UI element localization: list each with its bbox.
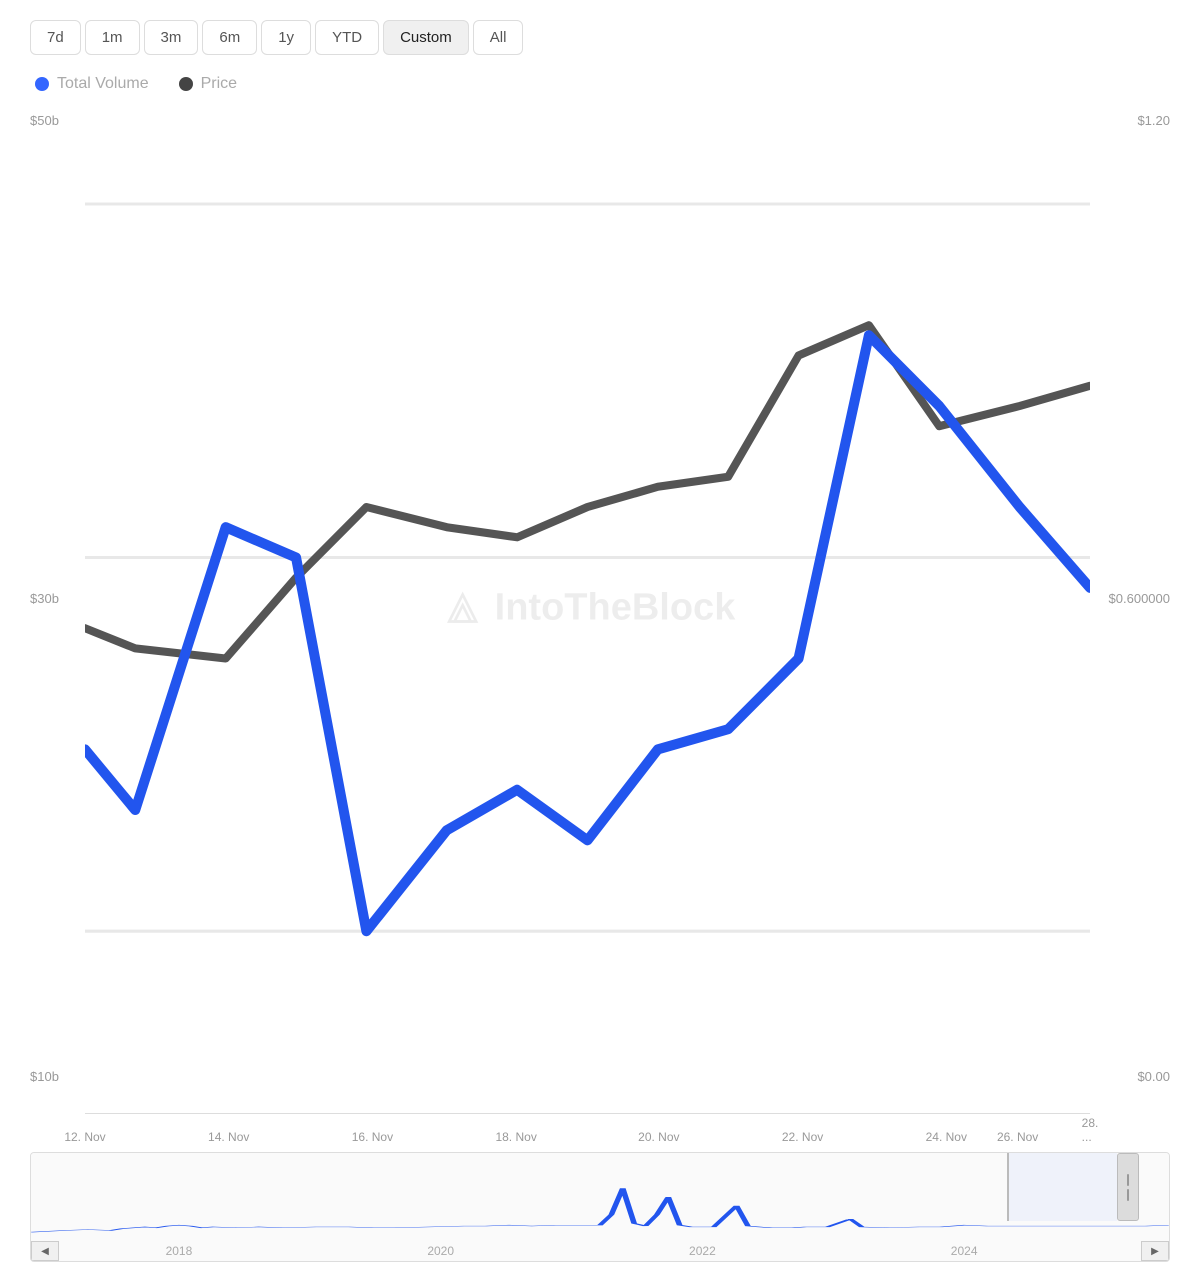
y-axis-right-label: $0.00 <box>1090 1069 1170 1084</box>
mini-chart-svg <box>31 1153 1169 1241</box>
time-btn-7d[interactable]: 7d <box>30 20 81 55</box>
mini-chart-inner <box>31 1153 1169 1241</box>
time-btn-all[interactable]: All <box>473 20 524 55</box>
navigator-handle[interactable] <box>1117 1153 1139 1221</box>
main-chart-area: IntoTheBlock <box>85 103 1090 1114</box>
handle-line-1 <box>1127 1174 1129 1186</box>
x-axis-label: 12. Nov <box>64 1130 105 1144</box>
chart-svg <box>85 103 1090 1113</box>
mini-x-label: 2022 <box>689 1244 716 1258</box>
x-axis-label: 20. Nov <box>638 1130 679 1144</box>
chart-section: $50b $30b $10b IntoTheBlock $1.20 $0.600000… <box>30 103 1170 1262</box>
mini-chart[interactable]: ◀ ▶ 2018 2020 2022 2024 <box>30 1152 1170 1262</box>
mini-x-label: 2018 <box>166 1244 193 1258</box>
chart-legend: Total Volume Price <box>30 75 1170 93</box>
navigator-selected-region <box>1007 1153 1117 1221</box>
y-axis-left: $50b $30b $10b <box>30 103 85 1114</box>
mini-x-label: 2020 <box>427 1244 454 1258</box>
navigator-left-button[interactable]: ◀ <box>31 1241 59 1261</box>
navigator-right-button[interactable]: ▶ <box>1141 1241 1169 1261</box>
legend-total-volume: Total Volume <box>35 75 149 93</box>
y-axis-right: $1.20 $0.600000 $0.00 <box>1090 103 1170 1114</box>
x-axis-label: 16. Nov <box>352 1130 393 1144</box>
x-axis-label: 28. ... <box>1082 1116 1099 1144</box>
x-axis-label: 24. Nov <box>926 1130 967 1144</box>
time-range-bar: 7d1m3m6m1yYTDCustomAll <box>30 20 1170 55</box>
mini-x-label: 2024 <box>951 1244 978 1258</box>
y-axis-left-label: $10b <box>30 1069 85 1084</box>
price-label: Price <box>201 75 237 93</box>
mini-x-axis: ◀ ▶ 2018 2020 2022 2024 <box>31 1241 1169 1261</box>
x-axis: 12. Nov14. Nov16. Nov18. Nov20. Nov22. N… <box>85 1114 1090 1144</box>
y-axis-left-label: $30b <box>30 591 85 606</box>
time-btn-6m[interactable]: 6m <box>202 20 257 55</box>
x-axis-label: 22. Nov <box>782 1130 823 1144</box>
time-btn-custom[interactable]: Custom <box>383 20 469 55</box>
x-axis-label: 26. Nov <box>997 1130 1038 1144</box>
price-dot <box>179 77 193 91</box>
volume-dot <box>35 77 49 91</box>
y-axis-right-label: $0.600000 <box>1090 591 1170 606</box>
x-axis-label: 14. Nov <box>208 1130 249 1144</box>
x-axis-label: 18. Nov <box>495 1130 536 1144</box>
main-container: 7d1m3m6m1yYTDCustomAll Total Volume Pric… <box>0 0 1200 800</box>
time-btn-3m[interactable]: 3m <box>144 20 199 55</box>
legend-price: Price <box>179 75 237 93</box>
time-btn-1y[interactable]: 1y <box>261 20 311 55</box>
time-btn-1m[interactable]: 1m <box>85 20 140 55</box>
volume-label: Total Volume <box>57 75 149 93</box>
y-axis-left-label: $50b <box>30 113 85 128</box>
handle-line-2 <box>1127 1189 1129 1201</box>
y-axis-right-label: $1.20 <box>1090 113 1170 128</box>
time-btn-ytd[interactable]: YTD <box>315 20 379 55</box>
main-chart-wrapper: $50b $30b $10b IntoTheBlock $1.20 $0.600000… <box>30 103 1170 1114</box>
